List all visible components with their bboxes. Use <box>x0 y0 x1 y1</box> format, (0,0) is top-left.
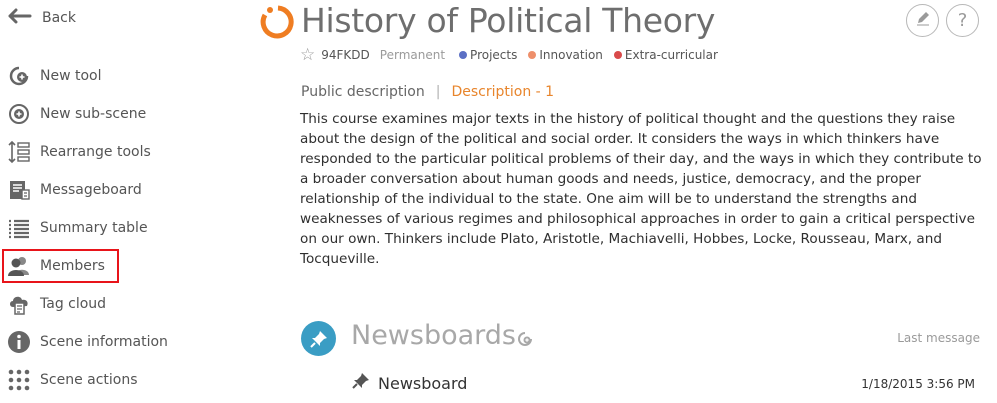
back-button[interactable]: Back <box>8 6 76 30</box>
scene-logo-icon <box>260 4 296 40</box>
sidebar-item-label: New sub-scene <box>40 106 147 122</box>
back-label: Back <box>42 10 76 26</box>
tag-extra-curricular[interactable]: Extra-curricular <box>613 48 718 62</box>
sidebar-item-new-sub-scene[interactable]: New sub-scene <box>6 99 146 129</box>
scene-status: Permanent <box>379 48 446 62</box>
sidebar-item-summary-table[interactable]: Summary table <box>6 213 148 243</box>
sidebar-item-messageboard[interactable]: Messageboard <box>6 175 142 205</box>
help-button[interactable]: ? <box>946 4 979 37</box>
tag-dot-icon <box>613 51 622 59</box>
sidebar: Back New tool New sub-scene Rearrange to… <box>0 0 250 403</box>
add-newsboard-icon[interactable] <box>516 330 534 348</box>
tag-dot-icon <box>459 51 468 59</box>
sidebar-item-tag-cloud[interactable]: Tag cloud <box>6 289 106 319</box>
messageboard-icon <box>6 177 32 203</box>
last-message-header: Last message <box>897 331 980 345</box>
back-arrow-icon <box>8 8 32 28</box>
sidebar-item-rearrange-tools[interactable]: Rearrange tools <box>6 137 151 167</box>
add-tool-icon <box>6 63 32 89</box>
info-icon <box>6 329 32 355</box>
pencil-icon <box>915 10 931 31</box>
tab-public-description[interactable]: Public description <box>301 84 425 100</box>
description-text: This course examines major texts in the … <box>300 111 982 267</box>
rearrange-icon <box>6 139 32 165</box>
sidebar-item-scene-actions[interactable]: Scene actions <box>6 365 138 395</box>
sidebar-item-label: Rearrange tools <box>40 144 151 160</box>
sidebar-item-label: Summary table <box>40 220 148 236</box>
sidebar-item-new-tool[interactable]: New tool <box>6 61 102 91</box>
question-icon: ? <box>957 10 968 31</box>
newsboards-title: Newsboards <box>351 320 516 351</box>
tag-label: Extra-curricular <box>624 48 718 62</box>
tag-innovation[interactable]: Innovation <box>528 48 603 62</box>
selection-highlight <box>2 249 119 283</box>
page-title: History of Political Theory <box>301 1 716 40</box>
sidebar-item-label: Scene actions <box>40 372 138 388</box>
edit-button[interactable] <box>906 4 939 37</box>
tag-label: Innovation <box>539 48 603 62</box>
scene-code: 94FKDD <box>321 48 370 62</box>
tag-label: Projects <box>470 48 518 62</box>
tag-projects[interactable]: Projects <box>459 48 517 62</box>
summary-table-icon <box>6 215 32 241</box>
newsboard-name: Newsboard <box>378 373 468 393</box>
sidebar-item-label: Tag cloud <box>40 296 107 312</box>
tab-description-1[interactable]: Description - 1 <box>451 84 554 100</box>
sidebar-item-label: Scene information <box>40 334 168 350</box>
sidebar-item-label: Messageboard <box>40 182 142 198</box>
add-subscene-icon <box>6 101 32 127</box>
description-tabs: Public description | Description - 1 <box>301 84 554 100</box>
sidebar-item-scene-information[interactable]: Scene information <box>6 327 168 357</box>
sidebar-item-label: New tool <box>40 68 102 84</box>
tab-separator: | <box>435 84 441 100</box>
favorite-star-icon[interactable]: ☆ <box>300 45 315 65</box>
tag-cloud-icon <box>6 291 32 317</box>
pushpin-badge-icon <box>301 321 336 356</box>
actions-icon <box>6 367 32 393</box>
scene-meta: ☆ 94FKDD Permanent Projects Innovation E… <box>300 45 729 65</box>
pushpin-icon <box>352 372 370 394</box>
tag-dot-icon <box>528 51 537 59</box>
list-item[interactable]: Newsboard <box>352 372 467 394</box>
newsboard-last-message: 1/18/2015 3:56 PM <box>861 377 975 391</box>
